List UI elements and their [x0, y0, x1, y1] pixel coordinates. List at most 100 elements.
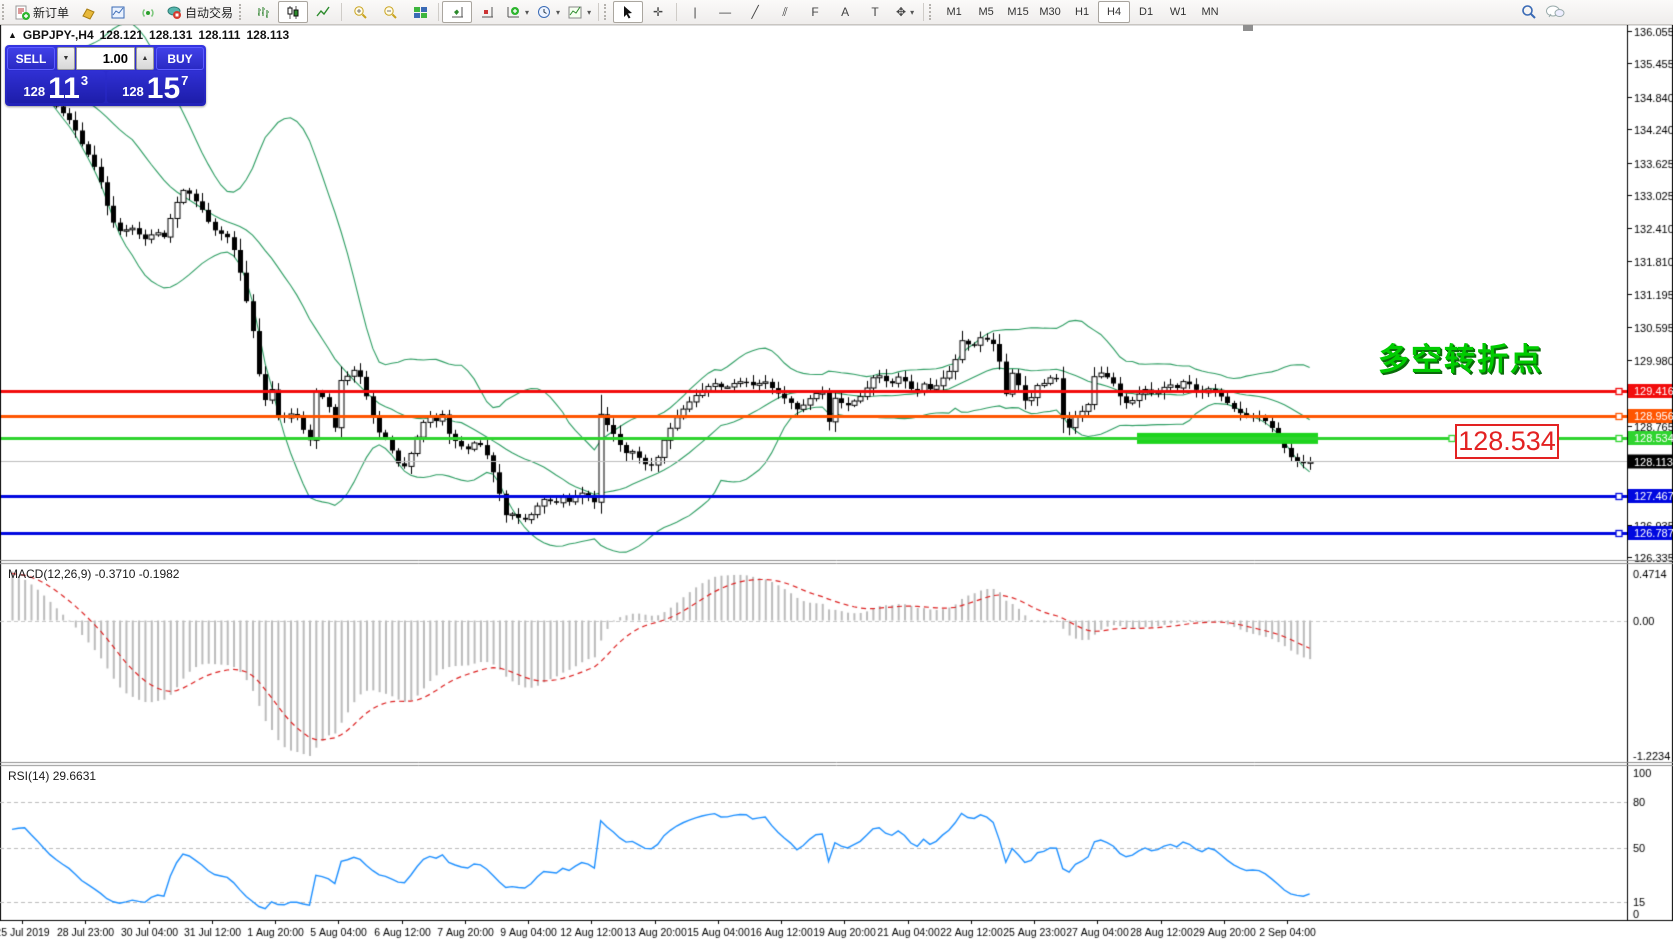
timeframe-button-M5[interactable]: M5: [970, 1, 1002, 23]
chevron-down-icon: ▾: [525, 8, 529, 17]
chevron-down-icon: ▾: [556, 8, 560, 17]
pivot-annotation[interactable]: 多空转折点: [1378, 334, 1543, 379]
crosshair-icon: ✛: [653, 6, 663, 18]
volume-down-button[interactable]: ▼: [57, 47, 75, 70]
chart-shift-icon: [480, 5, 495, 20]
toolbar-grip[interactable]: [2, 4, 9, 20]
zoom-out-button[interactable]: [375, 1, 405, 23]
chat-icon[interactable]: [1545, 4, 1565, 20]
zoom-in-button[interactable]: [345, 1, 375, 23]
periods-button[interactable]: ▾: [533, 1, 564, 23]
chart-canvas[interactable]: [0, 0, 1673, 946]
text-tool-button[interactable]: A: [830, 1, 860, 23]
toolbar-separator: [438, 3, 439, 21]
timeframe-button-H1[interactable]: H1: [1066, 1, 1098, 23]
bar-chart-icon: [256, 5, 271, 20]
rsi-value: 29.6631: [53, 769, 96, 783]
signal-icon: [141, 5, 156, 20]
templates-button[interactable]: ▾: [564, 1, 595, 23]
sell-button[interactable]: SELL: [7, 47, 55, 70]
macd-main-value: -0.3710: [95, 567, 136, 581]
candlestick-icon: [286, 5, 301, 20]
cursor-tool-button[interactable]: [613, 1, 643, 23]
timeframe-button-MN[interactable]: MN: [1194, 1, 1226, 23]
rsi-name: RSI(14): [8, 769, 49, 783]
sell-price-big: 11: [48, 76, 80, 102]
vertical-line-tool-button[interactable]: |: [680, 1, 710, 23]
vertical-line-icon: |: [694, 6, 697, 18]
auto-trading-label: 自动交易: [185, 4, 233, 21]
sell-price-sup: 3: [81, 73, 88, 88]
shapes-icon: ✥: [896, 6, 906, 18]
fibonacci-icon: F: [811, 6, 818, 18]
buy-price-small: 128: [122, 84, 144, 99]
candlestick-chart-button[interactable]: [278, 1, 308, 23]
toolbar-separator: [598, 3, 599, 21]
rsi-indicator-label: RSI(14) 29.6631: [8, 769, 96, 783]
timeframe-button-D1[interactable]: D1: [1130, 1, 1162, 23]
bar-chart-button[interactable]: [248, 1, 278, 23]
text-tool-icon: A: [841, 6, 849, 18]
buy-price[interactable]: 128 15 7: [107, 71, 205, 103]
symbol-period-label: GBPJPY-,H4: [23, 28, 94, 42]
buy-price-sup: 7: [181, 73, 188, 88]
new-order-button[interactable]: 新订单: [11, 1, 73, 23]
quote-low: 128.111: [198, 28, 240, 42]
quote-high: 128.131: [149, 28, 192, 42]
macd-indicator-label: MACD(12,26,9) -0.3710 -0.1982: [8, 567, 179, 581]
horizontal-line-tool-button[interactable]: —: [710, 1, 740, 23]
toolbar-grip[interactable]: [239, 4, 246, 20]
zoom-in-icon: [353, 5, 368, 20]
chart-shift-button[interactable]: [472, 1, 502, 23]
new-order-icon: [15, 5, 30, 20]
chart-scroll-marker[interactable]: [1243, 25, 1253, 31]
signals-button[interactable]: [133, 1, 163, 23]
price-level-box[interactable]: 128.534: [1455, 424, 1559, 459]
channel-tool-button[interactable]: ⫽: [770, 1, 800, 23]
buy-button[interactable]: BUY: [156, 47, 204, 70]
crosshair-tool-button[interactable]: ✛: [643, 1, 673, 23]
timeframe-button-W1[interactable]: W1: [1162, 1, 1194, 23]
toolbar-separator: [676, 3, 677, 21]
label-tool-icon: T: [871, 6, 878, 18]
timeframe-button-M1[interactable]: M1: [938, 1, 970, 23]
profile-icon: [81, 5, 96, 20]
horizontal-line-icon: —: [719, 6, 731, 18]
macd-signal-value: -0.1982: [139, 567, 180, 581]
channel-icon: ⫽: [782, 6, 787, 18]
quote-open: 128.121: [100, 28, 143, 42]
trendline-tool-button[interactable]: ╱: [740, 1, 770, 23]
auto-trading-icon: [167, 5, 182, 20]
sell-price[interactable]: 128 11 3: [7, 71, 105, 103]
chevron-down-icon: ▾: [587, 8, 591, 17]
toolbar: 新订单 自动交易 ▾ ▾: [0, 0, 1673, 25]
indicators-button[interactable]: ▾: [502, 1, 533, 23]
timeframe-bar: M1M5M15M30H1H4D1W1MN: [938, 1, 1226, 23]
fibonacci-tool-button[interactable]: F: [800, 1, 830, 23]
panel-collapse-icon[interactable]: ▲: [8, 30, 17, 40]
macd-name: MACD(12,26,9): [8, 567, 91, 581]
volume-input[interactable]: 1.00: [76, 47, 135, 70]
shapes-tool-button[interactable]: ✥ ▾: [890, 1, 920, 23]
timeframe-button-H4[interactable]: H4: [1098, 1, 1130, 23]
new-order-label: 新订单: [33, 4, 69, 21]
toolbar-grip[interactable]: [604, 4, 611, 20]
toolbar-separator: [341, 3, 342, 21]
timeframe-button-M15[interactable]: M15: [1002, 1, 1034, 23]
toolbar-grip[interactable]: [929, 4, 936, 20]
tile-windows-button[interactable]: [405, 1, 435, 23]
label-tool-button[interactable]: T: [860, 1, 890, 23]
line-chart-button[interactable]: [308, 1, 338, 23]
buy-price-big: 15: [147, 76, 180, 102]
market-watch-button[interactable]: [103, 1, 133, 23]
auto-scroll-button[interactable]: [442, 1, 472, 23]
toolbar-separator: [923, 3, 924, 21]
indicators-icon: [506, 5, 521, 20]
sell-price-small: 128: [23, 84, 45, 99]
template-icon: [568, 5, 583, 20]
search-icon[interactable]: [1521, 4, 1537, 20]
timeframe-button-M30[interactable]: M30: [1034, 1, 1066, 23]
volume-up-button[interactable]: ▲: [136, 47, 154, 70]
auto-trading-button[interactable]: 自动交易: [163, 1, 237, 23]
profiles-button[interactable]: [73, 1, 103, 23]
